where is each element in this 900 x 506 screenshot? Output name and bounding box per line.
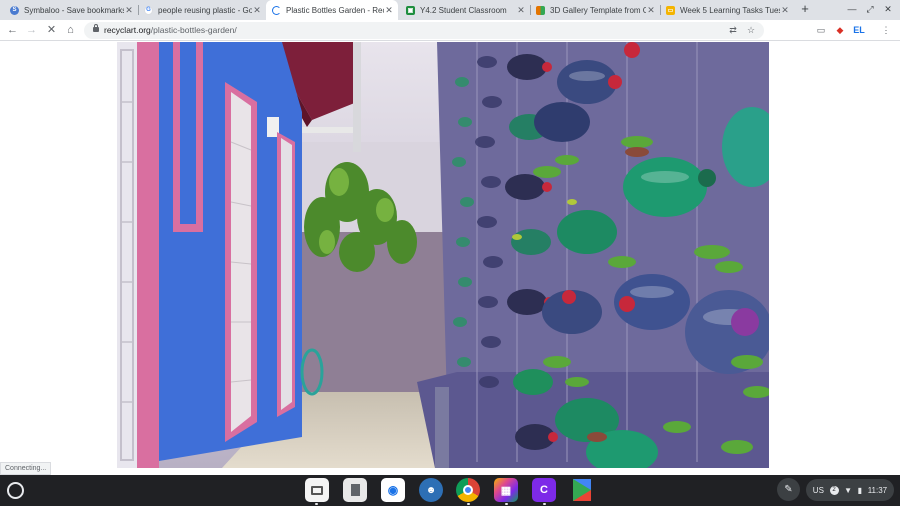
restore-window-icon[interactable]: ⤢ (864, 3, 876, 15)
canva-app-icon[interactable]: C (532, 478, 556, 502)
files-app-icon[interactable] (343, 478, 367, 502)
tab-student-classroom[interactable]: ▣ Y4.2 Student Classroom ✕ (400, 0, 530, 20)
plastic-bottles-garden-photo (117, 42, 769, 468)
page-content (0, 42, 900, 475)
chrome-app-icon[interactable] (456, 478, 480, 502)
google-icon: G (144, 5, 153, 15)
google-slides-app-icon[interactable] (305, 478, 329, 502)
menu-kebab-icon[interactable]: ⋮ (879, 23, 893, 38)
extension-2-icon[interactable]: EL (852, 23, 866, 38)
back-icon[interactable]: ← (5, 23, 20, 38)
colorful-app-icon[interactable]: ▦ (494, 478, 518, 502)
tab-week5-tasks[interactable]: ▭ Week 5 Learning Tasks Tues ✕ (660, 0, 794, 20)
chromeos-shelf: ◉ ☻ ▦ C ✎ US 2 ▼ ▮ 11:37 (0, 475, 900, 506)
status-bubble: Connecting... (0, 462, 52, 475)
stylus-tools-icon[interactable]: ✎ (777, 478, 800, 501)
locale-label: US (812, 485, 824, 495)
google-classroom-icon: ▣ (406, 5, 415, 15)
browser-toolbar: ← → ✕ ⌂ recyclart.org/plastic-bottles-ga… (0, 20, 900, 41)
camera-app-icon[interactable]: ◉ (381, 478, 405, 502)
wifi-icon: ▼ (844, 485, 853, 495)
system-tray[interactable]: US 2 ▼ ▮ 11:37 (806, 479, 894, 501)
tab-title: Week 5 Learning Tasks Tues (680, 5, 780, 15)
play-store-app-icon[interactable] (570, 478, 594, 502)
symbaloo-icon: S (10, 5, 19, 15)
notification-count-badge: 2 (829, 485, 839, 495)
close-tab-icon[interactable]: ✕ (780, 5, 790, 16)
close-tab-icon[interactable]: ✕ (124, 5, 134, 16)
close-tab-icon[interactable]: ✕ (516, 5, 526, 16)
url-text[interactable]: recyclart.org/plastic-bottles-garden/ (104, 22, 237, 39)
tab-google-search[interactable]: G people reusing plastic - Goog ✕ (138, 0, 266, 20)
tab-symbaloo[interactable]: S Symbaloo - Save bookmarks ✕ (4, 0, 138, 20)
close-tab-icon[interactable]: ✕ (252, 5, 262, 16)
slides-icon: ▭ (666, 5, 675, 15)
tab-title: 3D Gallery Template from Cla (550, 5, 646, 15)
minimize-icon[interactable]: — (846, 3, 858, 15)
slides-icon (536, 5, 545, 15)
tab-title: Symbaloo - Save bookmarks (24, 5, 124, 15)
tab-title: people reusing plastic - Goog (158, 5, 252, 15)
tab-title: Plastic Bottles Garden - Recyc (286, 5, 384, 15)
tab-strip: S Symbaloo - Save bookmarks ✕ G people r… (0, 0, 900, 20)
close-tab-icon[interactable]: ✕ (384, 5, 394, 16)
new-tab-button[interactable]: + (798, 2, 812, 16)
cast-icon[interactable]: ▭ (814, 23, 828, 38)
battery-icon: ▮ (857, 485, 863, 495)
translate-icon[interactable]: ⇄ (726, 23, 740, 38)
stop-loading-icon[interactable]: ✕ (44, 23, 59, 38)
launcher-icon[interactable] (7, 482, 24, 499)
forward-icon[interactable]: → (24, 23, 39, 38)
tab-title: Y4.2 Student Classroom (420, 5, 507, 15)
extension-icon[interactable]: ◆ (833, 23, 847, 38)
home-icon[interactable]: ⌂ (63, 23, 78, 38)
address-bar[interactable]: recyclart.org/plastic-bottles-garden/ ⇄ … (84, 22, 764, 39)
tab-3d-gallery[interactable]: 3D Gallery Template from Cla ✕ (530, 0, 660, 20)
close-window-icon[interactable]: ✕ (882, 3, 894, 15)
clock: 11:37 (867, 485, 888, 495)
lock-icon (93, 24, 99, 32)
screencast-app-icon[interactable]: ☻ (419, 478, 443, 502)
tab-plastic-bottles-garden[interactable]: Plastic Bottles Garden - Recyc ✕ (266, 0, 398, 20)
loading-spinner-icon (272, 5, 281, 15)
bookmark-star-icon[interactable]: ☆ (744, 23, 758, 38)
close-tab-icon[interactable]: ✕ (646, 5, 656, 16)
